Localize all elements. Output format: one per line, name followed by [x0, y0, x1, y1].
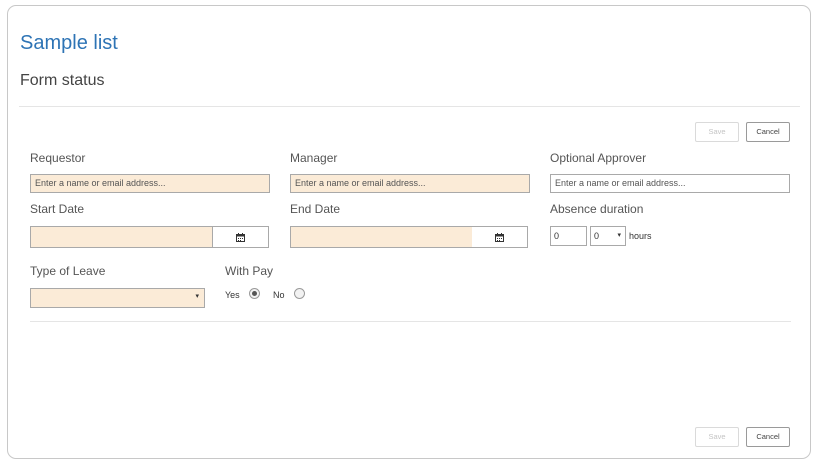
radio-selected-dot — [252, 291, 257, 296]
save-button-top[interactable]: Save — [695, 122, 739, 142]
optional-approver-field[interactable]: Enter a name or email address... — [550, 174, 790, 193]
manager-label: Manager — [290, 151, 338, 165]
optional-approver-label: Optional Approver — [550, 151, 647, 165]
absence-hours-value: 0 — [594, 231, 600, 241]
absence-duration-label: Absence duration — [550, 202, 644, 216]
page-title: Sample list — [20, 32, 118, 54]
save-button-bottom[interactable]: Save — [695, 427, 739, 447]
form-status-heading: Form status — [20, 72, 105, 89]
with-pay-label: With Pay — [225, 264, 274, 278]
absence-hours-select[interactable]: 0 ▾ — [590, 226, 626, 246]
cancel-button-bottom[interactable]: Cancel — [746, 427, 790, 447]
start-date-input[interactable] — [30, 226, 213, 248]
type-of-leave-select[interactable]: ▾ — [30, 288, 205, 308]
type-of-leave-label: Type of Leave — [30, 264, 106, 278]
start-date-calendar-button[interactable] — [213, 226, 269, 248]
requestor-field[interactable]: Enter a name or email address... — [30, 174, 270, 193]
with-pay-no-radio[interactable] — [294, 288, 305, 299]
end-date-label: End Date — [290, 202, 341, 216]
start-date-label: Start Date — [30, 202, 85, 216]
with-pay-yes-label: Yes — [225, 290, 240, 300]
end-date-input[interactable] — [290, 226, 473, 248]
calendar-icon — [495, 232, 504, 242]
divider-top — [19, 106, 800, 107]
with-pay-yes-radio[interactable] — [249, 288, 260, 299]
divider-bottom — [30, 321, 791, 322]
caret-down-icon: ▾ — [195, 293, 199, 300]
cancel-button-top[interactable]: Cancel — [746, 122, 790, 142]
calendar-icon — [236, 232, 245, 242]
manager-field[interactable]: Enter a name or email address... — [290, 174, 530, 193]
end-date-calendar-button[interactable] — [472, 226, 528, 248]
requestor-label: Requestor — [30, 151, 86, 165]
hours-unit-label: hours — [629, 231, 652, 241]
with-pay-no-label: No — [273, 290, 285, 300]
caret-down-icon: ▾ — [617, 232, 621, 239]
absence-days-input[interactable]: 0 — [550, 226, 587, 246]
